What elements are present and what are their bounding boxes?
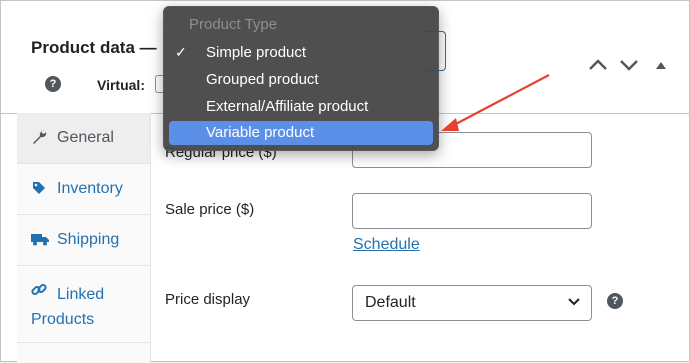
menu-item-label: Grouped product <box>206 71 319 88</box>
truck-icon <box>31 234 49 246</box>
product-type-dropdown-menu: Product Type ✓ Simple product Grouped pr… <box>163 6 439 151</box>
tab-linked-products[interactable]: Linked Products <box>17 266 150 343</box>
tab-shipping[interactable]: Shipping <box>17 215 150 266</box>
sale-price-label: Sale price ($) <box>165 201 255 218</box>
schedule-link[interactable]: Schedule <box>353 236 420 254</box>
sale-price-input[interactable] <box>352 193 592 229</box>
wrench-icon <box>33 130 47 144</box>
move-down-icon[interactable] <box>618 57 640 73</box>
menu-item-external-affiliate-product[interactable]: External/Affiliate product <box>169 95 433 119</box>
help-icon[interactable]: ? <box>45 76 61 92</box>
price-display-select[interactable]: Default <box>352 285 592 321</box>
tab-label: Linked Products <box>31 286 105 328</box>
tab-general[interactable]: General <box>17 113 150 164</box>
tab-label: Shipping <box>57 231 120 248</box>
checkmark-icon: ✓ <box>175 44 187 60</box>
tab-label: General <box>57 129 114 146</box>
chevron-down-icon <box>568 298 580 306</box>
tab-inventory[interactable]: Inventory <box>17 164 150 215</box>
panel-title: Product data — <box>31 38 157 57</box>
collapse-toggle-icon[interactable] <box>655 60 667 70</box>
menu-item-label: Simple product <box>206 44 307 61</box>
menu-item-simple-product[interactable]: ✓ Simple product <box>169 41 433 65</box>
virtual-label: Virtual: <box>97 77 145 93</box>
menu-item-label: External/Affiliate product <box>206 98 369 115</box>
price-display-label: Price display <box>165 291 251 308</box>
menu-item-variable-product[interactable]: Variable product <box>169 121 433 145</box>
tab-label: Inventory <box>57 180 123 197</box>
dropdown-group-header: Product Type <box>189 16 278 33</box>
product-data-tabs: General Inventory Shipping Linked Produc… <box>17 113 151 363</box>
move-up-icon[interactable] <box>587 57 609 73</box>
tag-icon <box>33 182 45 194</box>
price-display-help-icon[interactable]: ? <box>607 293 623 309</box>
price-display-value: Default <box>365 294 416 311</box>
menu-item-grouped-product[interactable]: Grouped product <box>169 68 433 92</box>
menu-item-label: Variable product <box>206 124 315 141</box>
